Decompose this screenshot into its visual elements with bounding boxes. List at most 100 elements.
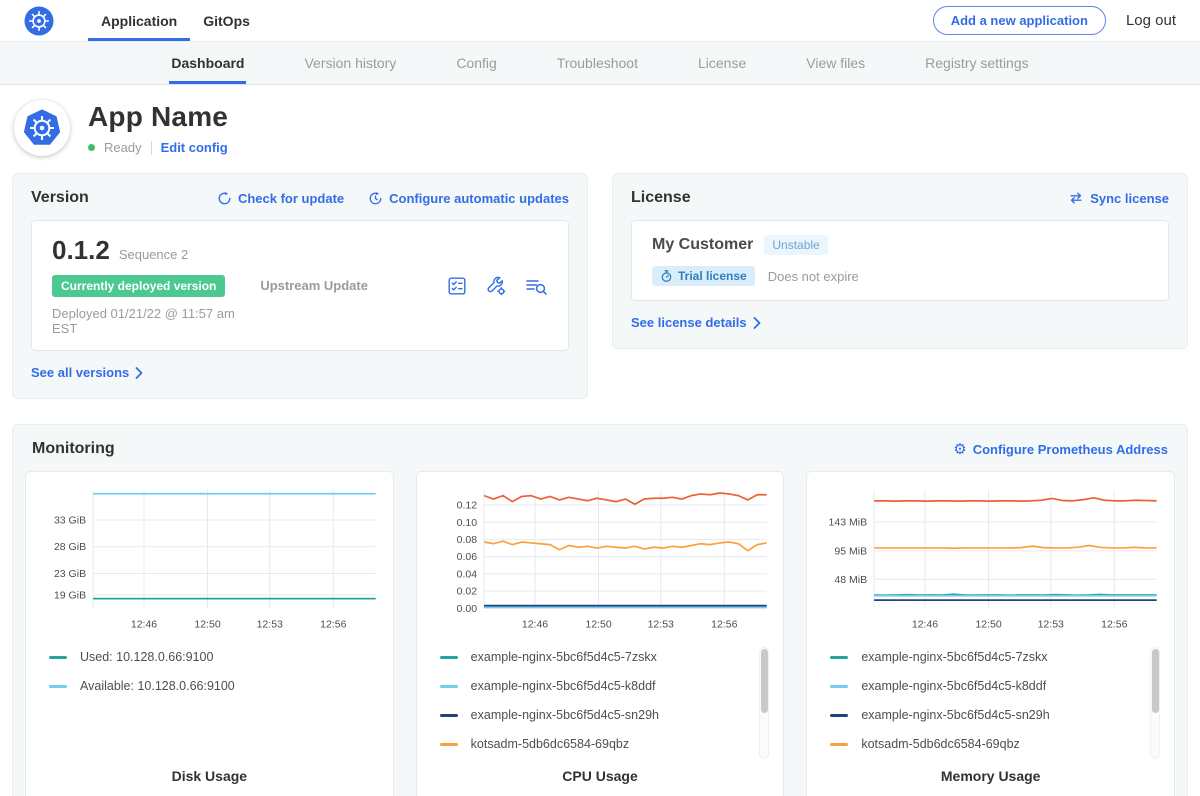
svg-text:12:46: 12:46 <box>912 618 938 630</box>
version-number: 0.1.2 <box>52 235 110 266</box>
customer-name: My Customer <box>652 236 753 254</box>
legend-item: Available: 10.128.0.66:9100 <box>49 679 354 693</box>
legend-item: kotsadm-5db6dc6584-69qbz <box>830 737 1135 751</box>
legend-label: example-nginx-5bc6f5d4c5-k8ddf <box>471 679 656 693</box>
configure-automatic-updates-label: Configure automatic updates <box>389 191 569 206</box>
svg-text:95 MiB: 95 MiB <box>835 545 868 557</box>
svg-text:12:53: 12:53 <box>647 618 673 630</box>
tab-troubleshoot[interactable]: Troubleshoot <box>555 42 640 84</box>
page-title: App Name <box>88 101 228 133</box>
svg-text:12:56: 12:56 <box>711 618 737 630</box>
legend-label: Available: 10.128.0.66:9100 <box>80 679 235 693</box>
legend-item: example-nginx-5bc6f5d4c5-7zskx <box>830 650 1135 664</box>
tab-version-history[interactable]: Version history <box>302 42 398 84</box>
legend-item: example-nginx-5bc6f5d4c5-k8ddf <box>440 679 745 693</box>
divider <box>151 141 152 155</box>
scrollbar-thumb[interactable] <box>1152 649 1159 713</box>
svg-text:12:53: 12:53 <box>1038 618 1064 630</box>
version-sequence: Sequence 2 <box>119 247 188 262</box>
tab-registry-settings[interactable]: Registry settings <box>923 42 1030 84</box>
memory-usage-panel: 12:4612:5012:5312:56143 MiB95 MiB48 MiB … <box>806 471 1175 796</box>
legend-label: example-nginx-5bc6f5d4c5-k8ddf <box>861 679 1046 693</box>
legend-swatch <box>49 656 67 659</box>
scrollbar-thumb[interactable] <box>761 649 768 713</box>
preflight-checks-icon[interactable] <box>446 275 468 297</box>
check-for-update-label: Check for update <box>238 191 344 206</box>
version-card: Version Check for update <box>12 173 588 399</box>
cpu-usage-legend: example-nginx-5bc6f5d4c5-7zskx example-ng… <box>428 646 773 762</box>
app-header: App Name Ready Edit config <box>0 85 1200 173</box>
legend-item: example-nginx-5bc6f5d4c5-7zskx <box>440 650 745 664</box>
kubernetes-app-icon <box>14 100 70 156</box>
legend-swatch <box>830 743 848 746</box>
stopwatch-icon <box>660 269 673 283</box>
top-nav: Application GitOps Add a new application… <box>0 0 1200 42</box>
check-for-update-link[interactable]: Check for update <box>217 191 344 206</box>
legend-swatch <box>440 656 458 659</box>
legend-label: Used: 10.128.0.66:9100 <box>80 650 213 664</box>
chevron-right-icon <box>135 367 143 379</box>
update-type-label: Upstream Update <box>260 278 446 293</box>
view-diff-icon[interactable] <box>524 275 548 297</box>
app-status-row: Ready Edit config <box>88 140 228 155</box>
config-wrench-icon[interactable] <box>485 275 507 297</box>
svg-text:48 MiB: 48 MiB <box>835 574 868 586</box>
sync-license-link[interactable]: Sync license <box>1068 191 1169 206</box>
deployed-timestamp: Deployed 01/21/22 @ 11:57 am EST <box>52 306 260 336</box>
app-header-text: App Name Ready Edit config <box>88 101 228 155</box>
svg-text:12:46: 12:46 <box>131 618 157 630</box>
refresh-icon <box>217 191 232 206</box>
chart-title: Disk Usage <box>37 768 382 784</box>
svg-text:0.08: 0.08 <box>456 534 477 546</box>
legend-swatch <box>440 714 458 717</box>
svg-text:0.02: 0.02 <box>456 586 477 598</box>
legend-label: kotsadm-5db6dc6584-69qbz <box>471 737 629 751</box>
see-license-details-label: See license details <box>631 315 747 330</box>
legend-item: Used: 10.128.0.66:9100 <box>49 650 354 664</box>
svg-text:12:56: 12:56 <box>320 618 346 630</box>
topnav-items: Application GitOps <box>88 0 263 41</box>
sync-license-label: Sync license <box>1090 191 1169 206</box>
tab-dashboard[interactable]: Dashboard <box>169 42 246 84</box>
tab-config[interactable]: Config <box>454 42 498 84</box>
currently-deployed-badge: Currently deployed version <box>52 275 225 297</box>
legend-scrollbar[interactable] <box>759 647 769 759</box>
legend-swatch <box>830 685 848 688</box>
topnav-item-application[interactable]: Application <box>88 0 190 41</box>
status-label: Ready <box>104 140 142 155</box>
legend-label: kotsadm-5db6dc6584-69qbz <box>861 737 1019 751</box>
configure-automatic-updates-link[interactable]: Configure automatic updates <box>368 191 569 206</box>
svg-text:12:53: 12:53 <box>257 618 283 630</box>
see-license-details-link[interactable]: See license details <box>631 315 761 330</box>
kubernetes-logo-icon[interactable] <box>24 0 54 41</box>
svg-text:28 GiB: 28 GiB <box>54 541 86 553</box>
cpu-usage-panel: 12:4612:5012:5312:560.120.100.080.060.04… <box>416 471 785 796</box>
legend-label: example-nginx-5bc6f5d4c5-7zskx <box>861 650 1047 664</box>
legend-swatch <box>830 714 848 717</box>
svg-text:0.12: 0.12 <box>456 500 477 512</box>
legend-scrollbar[interactable] <box>1150 647 1160 759</box>
svg-text:33 GiB: 33 GiB <box>54 514 86 526</box>
legend-label: example-nginx-5bc6f5d4c5-7zskx <box>471 650 657 664</box>
license-type-badge: Trial license <box>652 266 755 286</box>
app-tab-bar: Dashboard Version history Config Trouble… <box>0 42 1200 85</box>
tab-license[interactable]: License <box>696 42 748 84</box>
tab-view-files[interactable]: View files <box>804 42 867 84</box>
edit-config-link[interactable]: Edit config <box>161 140 228 155</box>
logout-link[interactable]: Log out <box>1126 12 1176 29</box>
license-panel: My Customer Unstable Trial license Does … <box>631 220 1169 301</box>
legend-item: example-nginx-5bc6f5d4c5-sn29h <box>440 708 745 722</box>
license-card-title: License <box>631 189 691 207</box>
svg-text:12:50: 12:50 <box>585 618 611 630</box>
disk-usage-chart: 12:4612:5012:5312:5633 GiB28 GiB23 GiB19… <box>37 482 382 634</box>
chart-title: CPU Usage <box>428 768 773 784</box>
channel-badge: Unstable <box>764 235 827 255</box>
topnav-item-gitops[interactable]: GitOps <box>190 0 263 41</box>
monitoring-title: Monitoring <box>32 440 115 458</box>
dashboard-main: Version Check for update <box>0 173 1200 796</box>
svg-text:0.04: 0.04 <box>456 568 477 580</box>
see-all-versions-link[interactable]: See all versions <box>31 365 143 380</box>
gear-icon: ⚙ <box>953 442 966 457</box>
add-application-button[interactable]: Add a new application <box>933 6 1106 35</box>
configure-prometheus-link[interactable]: ⚙ Configure Prometheus Address <box>953 442 1168 457</box>
